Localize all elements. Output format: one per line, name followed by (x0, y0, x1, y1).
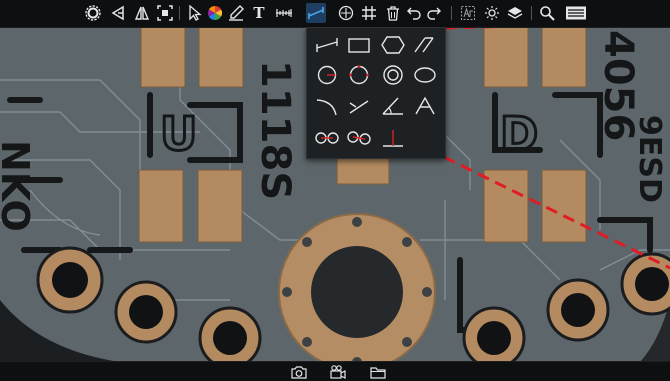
ellipse-icon (414, 67, 436, 83)
circle-radius-icon (317, 65, 337, 85)
layers-button[interactable] (505, 3, 525, 23)
parallel-lines-icon (414, 37, 434, 53)
measure-arc[interactable] (313, 94, 341, 118)
text-button[interactable]: T (249, 3, 269, 23)
undo-button[interactable] (404, 3, 424, 23)
gear-icon (85, 5, 101, 21)
delete-button[interactable] (383, 3, 403, 23)
select-button[interactable] (185, 3, 205, 23)
text-icon: T (253, 4, 265, 22)
measure-circle-to-circle[interactable] (313, 126, 341, 150)
crosshair-button[interactable] (336, 3, 356, 23)
flip-horizontal-button[interactable] (109, 3, 129, 23)
measure-perpendicular[interactable] (379, 126, 407, 150)
measure-tool-menu (306, 27, 446, 159)
angle-icon (382, 97, 403, 115)
snapshot-button[interactable] (290, 364, 308, 380)
redo-icon (427, 7, 441, 20)
flip-vertical-icon (134, 6, 150, 20)
magnifier-icon (540, 6, 555, 21)
color-wheel-icon (207, 5, 223, 21)
auto-exposure-button[interactable] (458, 3, 478, 23)
measure-button[interactable] (306, 3, 326, 23)
measure-parallel-lines[interactable] (411, 33, 439, 57)
rectangle-icon (348, 38, 370, 53)
circle-distance-icon (315, 132, 339, 144)
toolbar-separator (179, 6, 180, 20)
silkscreen-text-d: D (500, 107, 538, 161)
video-camera-icon (330, 365, 346, 379)
concentric-circles-icon (383, 65, 403, 85)
measure-ellipse[interactable] (411, 63, 439, 87)
measure-rectangle[interactable] (345, 33, 373, 57)
settings-button[interactable] (83, 3, 103, 23)
toolbar-separator (531, 6, 532, 20)
undo-icon (407, 7, 421, 20)
grid-button[interactable] (359, 3, 379, 23)
color-button[interactable] (205, 3, 225, 23)
circle-three-point-icon (349, 65, 369, 85)
keyboard-icon (566, 6, 586, 20)
brightness-button[interactable] (482, 3, 502, 23)
folder-icon (370, 367, 386, 379)
pen-icon (229, 5, 244, 21)
pen-button[interactable] (226, 3, 246, 23)
ruler-button[interactable] (274, 3, 294, 23)
measure-icon (308, 7, 324, 19)
top-toolbar: T (0, 0, 670, 28)
flip-vertical-button[interactable] (132, 3, 152, 23)
arc-icon (316, 99, 337, 116)
focus-frame-icon (157, 5, 173, 21)
line-length-icon (316, 38, 338, 52)
flip-horizontal-icon (111, 5, 124, 21)
measure-point-to-line[interactable] (345, 94, 373, 118)
silkscreen-text-1118s: 1118S (252, 60, 298, 200)
center-via-pad (278, 213, 436, 371)
auto-exposure-icon (460, 5, 476, 21)
silkscreen-text-nko: NKO (0, 140, 37, 232)
silkscreen-text-u: U (160, 107, 197, 161)
four-point-angle-icon (415, 96, 435, 115)
circle-distance-offset-icon (347, 131, 371, 145)
auto-focus-button[interactable] (155, 3, 175, 23)
keyboard-button[interactable] (563, 3, 589, 23)
zoom-button[interactable] (537, 3, 557, 23)
measure-circle-radius[interactable] (313, 63, 341, 87)
trash-icon (387, 6, 399, 21)
camera-icon (291, 366, 307, 379)
measure-polygon[interactable] (379, 33, 407, 57)
silkscreen-text-9esd: 9ESD (632, 115, 667, 203)
measure-four-point-angle[interactable] (411, 94, 439, 118)
ruler-icon (276, 9, 292, 17)
bottom-toolbar (0, 361, 670, 381)
browse-button[interactable] (369, 364, 387, 380)
layers-icon (507, 7, 523, 19)
sun-icon (485, 6, 499, 20)
measure-circle-three-point[interactable] (345, 63, 373, 87)
cursor-icon (189, 5, 202, 21)
redo-button[interactable] (424, 3, 444, 23)
record-button[interactable] (329, 364, 347, 380)
measure-circle-to-circle-offset[interactable] (345, 126, 373, 150)
toolbar-separator (451, 6, 452, 20)
crosshair-icon (338, 5, 354, 21)
hexagon-icon (381, 36, 405, 54)
measure-line-length[interactable] (313, 33, 341, 57)
point-line-icon (349, 100, 369, 114)
perpendicular-icon (383, 130, 403, 147)
measure-angle[interactable] (379, 94, 407, 118)
grid-icon (362, 6, 376, 20)
measure-concentric-circles[interactable] (379, 63, 407, 87)
